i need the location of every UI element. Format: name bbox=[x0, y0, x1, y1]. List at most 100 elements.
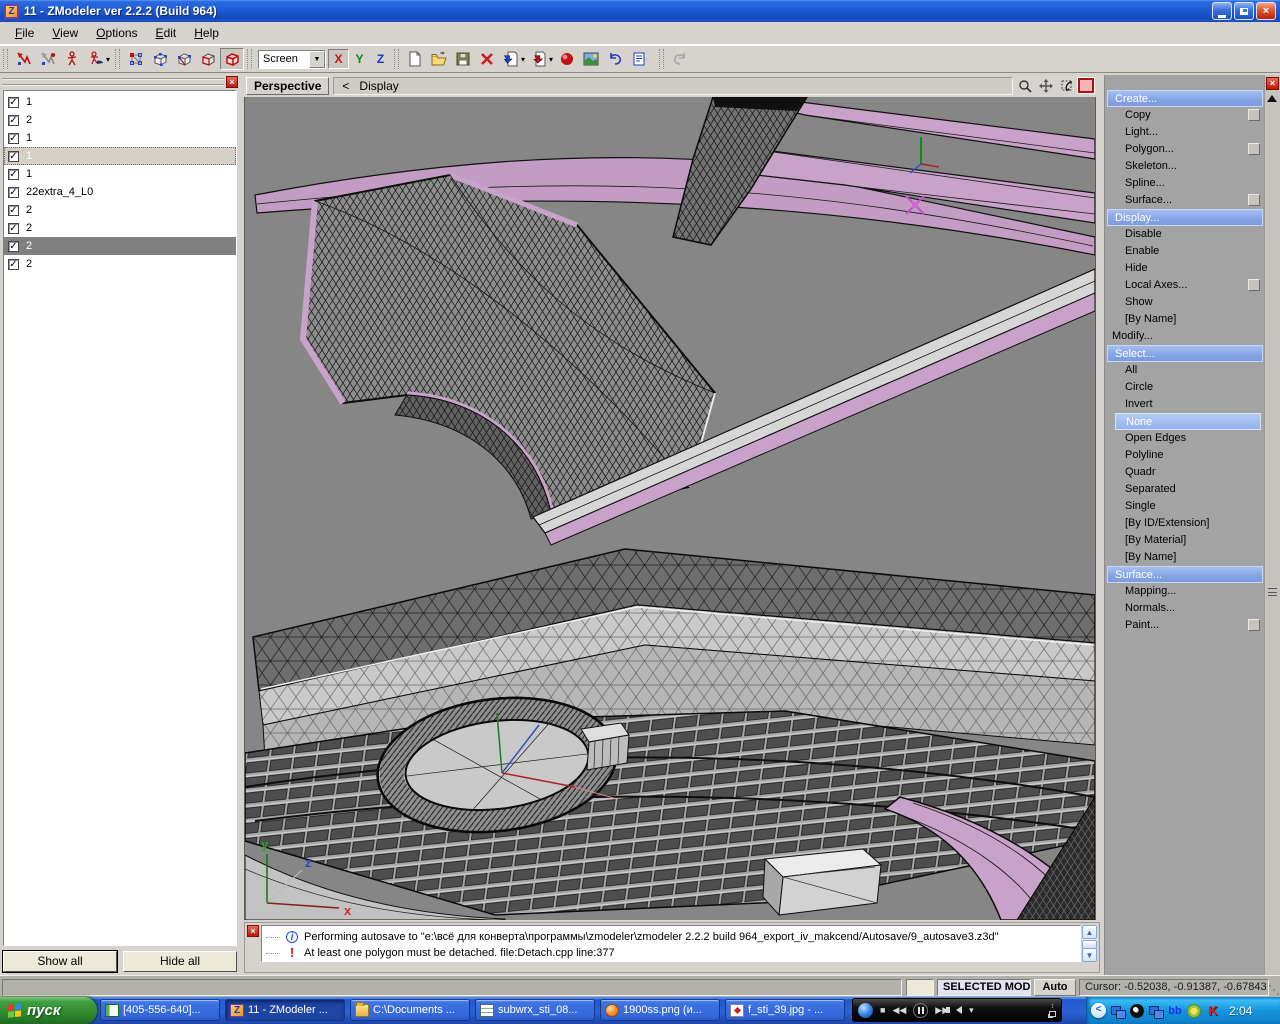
menu-item[interactable]: Help bbox=[185, 23, 228, 43]
show-all-button[interactable]: Show all bbox=[2, 950, 118, 973]
command-menu-item[interactable]: Spline... bbox=[1105, 175, 1265, 192]
select-vertices-mode-icon[interactable] bbox=[12, 48, 36, 70]
taskbar-window-button[interactable]: C:\Documents ... bbox=[350, 999, 470, 1021]
restore-player-icon[interactable] bbox=[1049, 1011, 1056, 1017]
object-list-item[interactable]: ✓ 2 bbox=[4, 111, 236, 129]
vertices-level-icon[interactable] bbox=[124, 48, 148, 70]
combo-dropdown-icon[interactable]: ▼ bbox=[309, 50, 326, 68]
pause-icon[interactable] bbox=[913, 1002, 929, 1018]
scroll-grip[interactable] bbox=[1268, 588, 1277, 596]
zoom-tool-icon[interactable] bbox=[1015, 77, 1034, 94]
command-menu-item[interactable]: Polygon... bbox=[1105, 141, 1265, 158]
axis-x-button[interactable]: X bbox=[328, 49, 350, 69]
command-menu-item[interactable]: [By Material] bbox=[1105, 532, 1265, 549]
taskbar-window-button[interactable]: 11 - ZModeler ... bbox=[225, 999, 345, 1021]
objects-level-icon[interactable] bbox=[220, 48, 245, 70]
toolbar-grip[interactable] bbox=[247, 49, 253, 69]
toolbar-grip[interactable] bbox=[115, 49, 121, 69]
scroll-up-icon[interactable]: ▲ bbox=[1082, 925, 1097, 939]
axis-y-button[interactable]: Y bbox=[349, 49, 370, 69]
command-menu-item[interactable]: Light... bbox=[1105, 124, 1265, 141]
toolbar-grip[interactable] bbox=[394, 49, 400, 69]
command-menu-item[interactable]: Single bbox=[1105, 498, 1265, 515]
log-line[interactable]: At least one polygon must be detached. f… bbox=[266, 945, 1080, 961]
visibility-checkbox[interactable]: ✓ bbox=[8, 150, 19, 162]
toolbar-resize-icon[interactable]: ↕ bbox=[1051, 1003, 1055, 1010]
steam-icon[interactable] bbox=[1130, 1003, 1144, 1018]
visibility-checkbox[interactable]: ✓ bbox=[8, 96, 19, 108]
viewport-3d-canvas[interactable]: y z x bbox=[244, 96, 1096, 921]
taskbar-window-button[interactable]: f_sti_39.jpg - ... bbox=[725, 999, 845, 1021]
edges-level-icon[interactable] bbox=[148, 48, 172, 70]
minimize-button[interactable] bbox=[1212, 2, 1232, 20]
menu-item[interactable]: Edit bbox=[147, 23, 186, 43]
taskbar-window-button[interactable]: subwrx_sti_08... bbox=[475, 999, 595, 1021]
volume-icon[interactable] bbox=[946, 1006, 963, 1014]
select-edges-mode-icon[interactable] bbox=[36, 48, 60, 70]
object-list-item[interactable]: ✓ 2 bbox=[4, 219, 236, 237]
volume-dropdown-caret[interactable]: ▾ bbox=[969, 1005, 974, 1015]
start-button[interactable]: пуск bbox=[0, 997, 97, 1024]
export-icon[interactable] bbox=[527, 48, 551, 70]
command-menu-item[interactable]: Circle bbox=[1105, 379, 1265, 396]
scroll-up-icon[interactable] bbox=[1267, 95, 1277, 102]
viewport-view-button[interactable]: Perspective bbox=[246, 76, 330, 95]
command-menu-item[interactable]: All bbox=[1105, 362, 1265, 379]
object-list-item[interactable]: ✓ 1 bbox=[4, 93, 236, 111]
command-menu-item[interactable]: None bbox=[1115, 413, 1261, 430]
command-menu-item[interactable]: [By Name] bbox=[1105, 311, 1265, 328]
visibility-checkbox[interactable]: ✓ bbox=[8, 222, 19, 234]
hide-all-button[interactable]: Hide all bbox=[123, 951, 237, 972]
restore-button[interactable] bbox=[1234, 2, 1254, 20]
pan-tool-icon[interactable] bbox=[1036, 77, 1055, 94]
object-list-item[interactable]: ✓ 22extra_4_L0 bbox=[4, 183, 236, 201]
log-close-icon[interactable]: × bbox=[247, 925, 259, 937]
view-mode-combo[interactable]: Screen ▼ bbox=[258, 49, 327, 69]
command-options-button[interactable] bbox=[1248, 194, 1260, 206]
command-menu-item[interactable]: Skeleton... bbox=[1105, 158, 1265, 175]
network-status-icon[interactable] bbox=[1111, 1004, 1126, 1019]
command-menu-item[interactable]: Show bbox=[1105, 294, 1265, 311]
command-menu-item[interactable]: [By ID/Extension] bbox=[1105, 515, 1265, 532]
polygons-level-icon[interactable] bbox=[172, 48, 196, 70]
command-menu-item[interactable]: [By Name] bbox=[1105, 549, 1265, 566]
menu-item[interactable]: File bbox=[6, 23, 43, 43]
visibility-checkbox[interactable]: ✓ bbox=[8, 168, 19, 180]
visibility-checkbox[interactable]: ✓ bbox=[8, 186, 19, 198]
log-window-icon[interactable] bbox=[627, 48, 651, 70]
texture-browser-icon[interactable] bbox=[579, 48, 603, 70]
breadcrumb-back-arrow[interactable]: < bbox=[342, 79, 349, 93]
visibility-checkbox[interactable]: ✓ bbox=[8, 132, 19, 144]
import-icon[interactable] bbox=[499, 48, 523, 70]
command-menu-item[interactable]: Surface... bbox=[1107, 566, 1263, 583]
surfaces-level-icon[interactable] bbox=[196, 48, 220, 70]
maximize-viewport-icon[interactable] bbox=[1078, 78, 1094, 93]
command-panel-close-icon[interactable]: × bbox=[1266, 77, 1279, 90]
command-menu-item[interactable]: Separated bbox=[1105, 481, 1265, 498]
tray-collapse-chevron-icon[interactable]: < bbox=[1091, 1003, 1106, 1018]
scroll-down-icon[interactable]: ▼ bbox=[1082, 948, 1097, 962]
command-menu-item[interactable]: Modify... bbox=[1105, 328, 1265, 345]
command-menu-item[interactable]: Mapping... bbox=[1105, 583, 1265, 600]
command-menu-item[interactable]: Normals... bbox=[1105, 600, 1265, 617]
kaspersky-icon[interactable] bbox=[1206, 1004, 1220, 1018]
undo-icon[interactable] bbox=[603, 48, 627, 70]
visibility-checkbox[interactable]: ✓ bbox=[8, 204, 19, 216]
object-list-item[interactable]: ✓ 1 bbox=[4, 165, 236, 183]
command-options-button[interactable] bbox=[1248, 619, 1260, 631]
menu-item[interactable]: Options bbox=[87, 23, 146, 43]
log-line[interactable]: Performing autosave to "e:\всё для конве… bbox=[266, 929, 1080, 945]
media-player-logo-icon[interactable] bbox=[858, 1002, 873, 1018]
skeleton-figure-icon[interactable] bbox=[60, 48, 84, 70]
toolbar-grip[interactable] bbox=[3, 49, 8, 69]
auto-button[interactable]: Auto bbox=[1034, 979, 1076, 996]
stop-icon[interactable]: ■ bbox=[880, 1005, 885, 1015]
object-list-item[interactable]: ✓ 2 bbox=[4, 201, 236, 219]
save-file-icon[interactable] bbox=[451, 48, 475, 70]
object-list-item[interactable]: ✓ 1 bbox=[4, 129, 236, 147]
visibility-checkbox[interactable]: ✓ bbox=[8, 240, 19, 252]
network-connection-icon[interactable] bbox=[1149, 1004, 1164, 1019]
command-menu-item[interactable]: Polyline bbox=[1105, 447, 1265, 464]
import-dropdown-caret[interactable]: ▾ bbox=[521, 55, 525, 64]
command-menu-item[interactable]: Select... bbox=[1107, 345, 1263, 362]
